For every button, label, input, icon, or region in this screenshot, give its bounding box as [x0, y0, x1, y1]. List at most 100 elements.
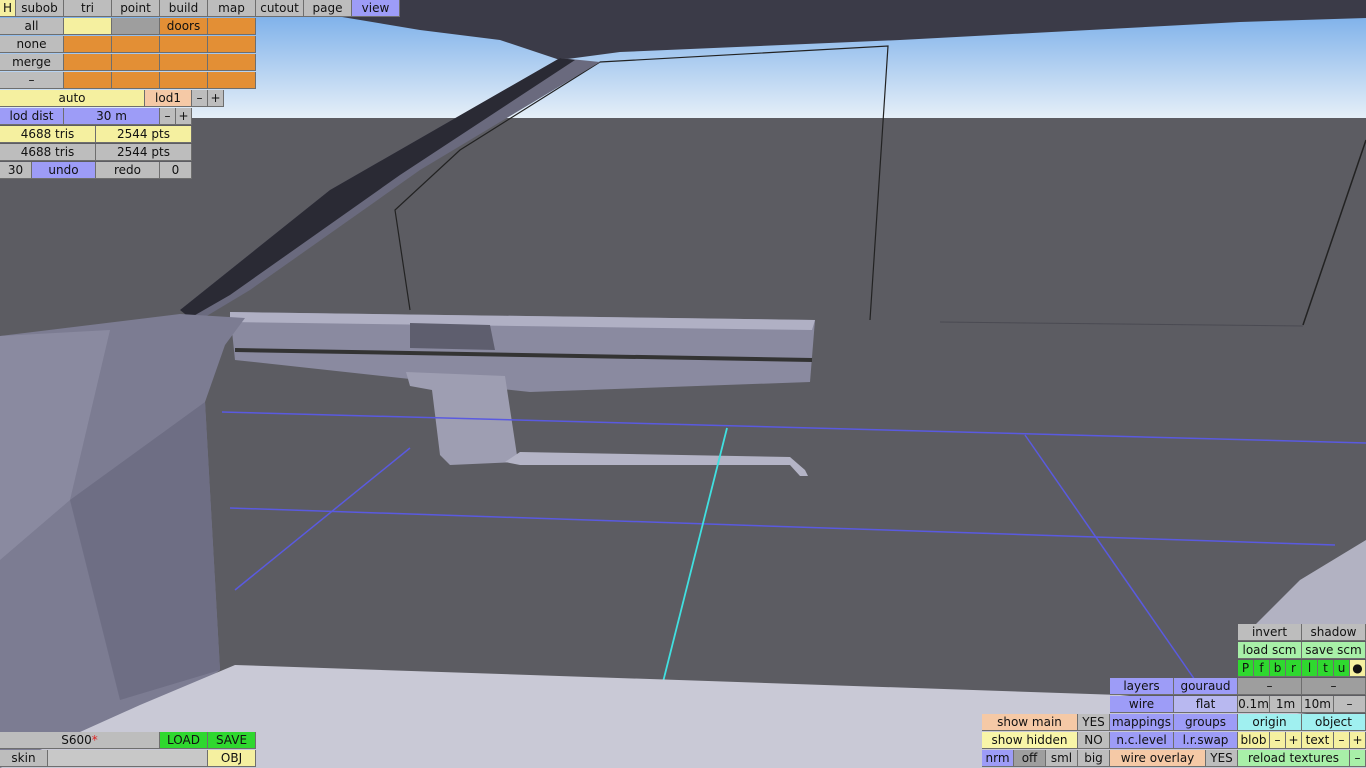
show-main-toggle[interactable]: YES	[1078, 714, 1110, 731]
group-slot[interactable]	[112, 36, 160, 53]
lod-level[interactable]: lod1	[145, 90, 192, 107]
wire-overlay-label: wire overlay	[1110, 750, 1206, 767]
wire-button[interactable]: wire	[1110, 696, 1174, 713]
file-name[interactable]: S600*	[0, 732, 160, 749]
save-scm-button[interactable]: save scm	[1302, 642, 1366, 659]
tab-point[interactable]: point	[112, 0, 160, 17]
group-doors[interactable]: doors	[160, 18, 208, 35]
tab-h[interactable]: H	[0, 0, 16, 17]
tri-count-total: 4688 tris	[0, 144, 96, 161]
tab-page[interactable]: page	[304, 0, 352, 17]
select-all-button[interactable]: all	[0, 18, 64, 35]
flag-l[interactable]: l	[1302, 660, 1318, 677]
group-slot[interactable]	[160, 36, 208, 53]
show-hidden-label: show hidden	[982, 732, 1078, 749]
normal-size-button[interactable]: nrm	[982, 750, 1014, 767]
tab-tri[interactable]: tri	[64, 0, 112, 17]
lr-swap-button[interactable]: l.r.swap	[1174, 732, 1238, 749]
modified-mark: *	[91, 733, 98, 747]
dash-a-button[interactable]: –	[1238, 678, 1302, 695]
grid-1-button[interactable]: 1m	[1270, 696, 1302, 713]
skin-field[interactable]	[48, 750, 208, 767]
tab-cutout[interactable]: cutout	[256, 0, 304, 17]
reload-minus-button[interactable]: –	[1350, 750, 1366, 767]
group-slot[interactable]	[208, 54, 256, 71]
shadow-button[interactable]: shadow	[1302, 624, 1366, 641]
lod-dist-plus-button[interactable]: +	[176, 108, 192, 125]
flag-u[interactable]: u	[1334, 660, 1350, 677]
obj-button[interactable]: OBJ	[208, 750, 256, 767]
gouraud-button[interactable]: gouraud	[1174, 678, 1238, 695]
tab-map[interactable]: map	[208, 0, 256, 17]
grid-01-button[interactable]: 0.1m	[1238, 696, 1270, 713]
group-slot[interactable]	[160, 72, 208, 89]
3d-viewport[interactable]	[0, 0, 1366, 768]
save-button[interactable]: SAVE	[208, 732, 256, 749]
group-slot[interactable]	[112, 18, 160, 35]
blob-label: blob	[1238, 732, 1270, 749]
mappings-button[interactable]: mappings	[1110, 714, 1174, 731]
group-slot[interactable]	[112, 72, 160, 89]
tab-view[interactable]: view	[352, 0, 400, 17]
origin-button[interactable]: origin	[1238, 714, 1302, 731]
off-size-button[interactable]: off	[1014, 750, 1046, 767]
select-none-button[interactable]: none	[0, 36, 64, 53]
text-label: text	[1302, 732, 1334, 749]
grid-minus-button[interactable]: –	[1334, 696, 1366, 713]
merge-button[interactable]: merge	[0, 54, 64, 71]
flag-p[interactable]: P	[1238, 660, 1254, 677]
group-slot[interactable]	[160, 54, 208, 71]
object-button[interactable]: object	[1302, 714, 1366, 731]
small-size-button[interactable]: sml	[1046, 750, 1078, 767]
flag-f[interactable]: f	[1254, 660, 1270, 677]
group-slot[interactable]	[64, 54, 112, 71]
lod-dist-value[interactable]: 30 m	[64, 108, 160, 125]
reload-textures-button[interactable]: reload textures	[1238, 750, 1350, 767]
dash-b-button[interactable]: –	[1302, 678, 1366, 695]
layers-button[interactable]: layers	[1110, 678, 1174, 695]
flat-button[interactable]: flat	[1174, 696, 1238, 713]
group-slot[interactable]	[64, 18, 112, 35]
load-button[interactable]: LOAD	[160, 732, 208, 749]
point-count-total: 2544 pts	[96, 144, 192, 161]
group-slot[interactable]	[208, 18, 256, 35]
select-minus-button[interactable]: –	[0, 72, 64, 89]
flag-r[interactable]: r	[1286, 660, 1302, 677]
file-name-text: S600	[61, 733, 92, 747]
show-main-label: show main	[982, 714, 1078, 731]
lod-minus-button[interactable]: –	[192, 90, 208, 107]
lod-dist-label: lod dist	[0, 108, 64, 125]
show-hidden-toggle[interactable]: NO	[1078, 732, 1110, 749]
flag-dot[interactable]: ●	[1350, 660, 1366, 677]
big-size-button[interactable]: big	[1078, 750, 1110, 767]
blob-plus-button[interactable]: +	[1286, 732, 1302, 749]
tab-subob[interactable]: subob	[16, 0, 64, 17]
flag-b[interactable]: b	[1270, 660, 1286, 677]
redo-button[interactable]: redo	[96, 162, 160, 179]
lod-dist-minus-button[interactable]: –	[160, 108, 176, 125]
group-slot[interactable]	[208, 36, 256, 53]
groups-button[interactable]: groups	[1174, 714, 1238, 731]
text-plus-button[interactable]: +	[1350, 732, 1366, 749]
nc-level-button[interactable]: n.c.level	[1110, 732, 1174, 749]
grid-10-button[interactable]: 10m	[1302, 696, 1334, 713]
text-minus-button[interactable]: –	[1334, 732, 1350, 749]
group-slot[interactable]	[208, 72, 256, 89]
point-count: 2544 pts	[96, 126, 192, 143]
dashboard-vent	[410, 323, 495, 350]
lod-plus-button[interactable]: +	[208, 90, 224, 107]
undo-count: 30	[0, 162, 32, 179]
blob-minus-button[interactable]: –	[1270, 732, 1286, 749]
flag-t[interactable]: t	[1318, 660, 1334, 677]
undo-button[interactable]: undo	[32, 162, 96, 179]
load-scm-button[interactable]: load scm	[1238, 642, 1302, 659]
skin-label: skin	[0, 750, 48, 767]
wire-overlay-toggle[interactable]: YES	[1206, 750, 1238, 767]
group-slot[interactable]	[64, 72, 112, 89]
invert-button[interactable]: invert	[1238, 624, 1302, 641]
redo-count: 0	[160, 162, 192, 179]
group-slot[interactable]	[64, 36, 112, 53]
tab-build[interactable]: build	[160, 0, 208, 17]
group-slot[interactable]	[112, 54, 160, 71]
lod-auto-button[interactable]: auto	[0, 90, 145, 107]
